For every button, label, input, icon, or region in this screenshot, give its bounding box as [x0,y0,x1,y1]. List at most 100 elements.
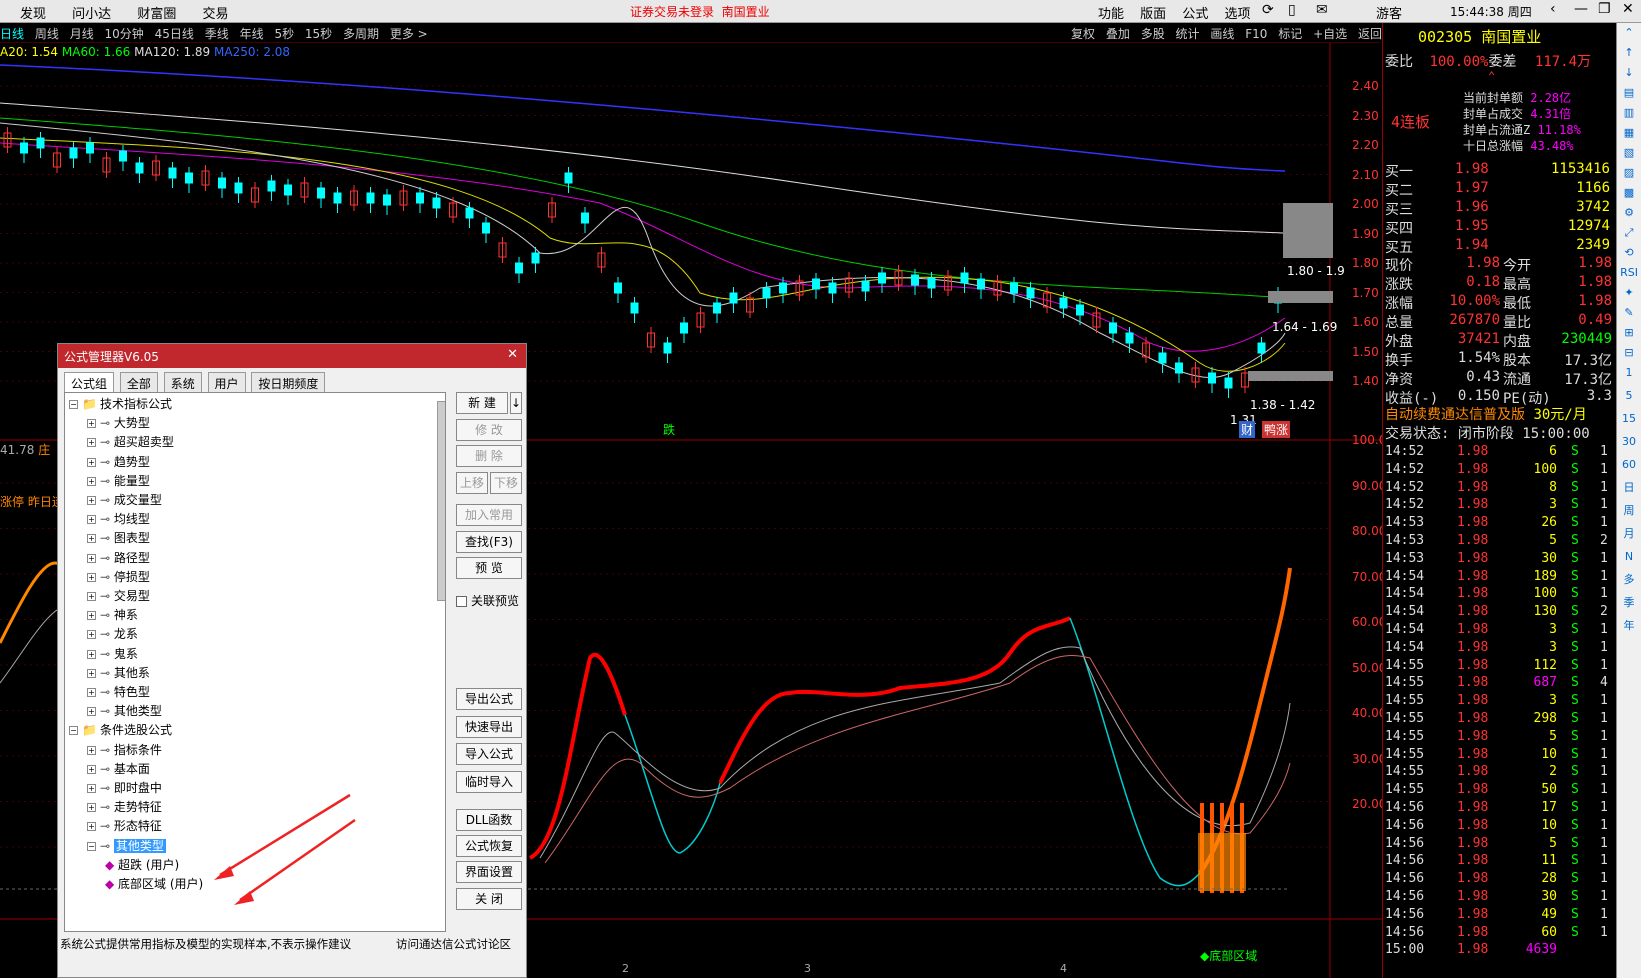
tool-stats[interactable]: 统计 [1176,23,1200,44]
period-10min[interactable]: 10分钟 [105,23,144,44]
expand-toggle-icon[interactable]: + [87,745,96,755]
bid-row[interactable]: 买一 1.98 1153416 [1385,161,1610,180]
dialog-button[interactable]: 查找(F3) [456,531,522,553]
tree-item[interactable]: + ⊸ 走势特征 [87,798,162,817]
tree-item[interactable]: − ⊸ 其他类型 [87,837,166,856]
menu-wenxiaoda[interactable]: 问小达 [72,3,111,22]
side-period-button[interactable]: 季 [1617,593,1641,616]
tree-item[interactable]: − 📁 条件选股公式 [69,721,172,740]
bid-row[interactable]: 买二 1.97 1166 [1385,180,1610,199]
side-tool-icon[interactable]: ✎ [1617,303,1641,323]
refresh-icon[interactable]: ⟳ [1262,2,1274,18]
side-tool-icon[interactable]: ⊟ [1617,343,1641,363]
tree-item[interactable]: + ⊸ 即时盘中 [87,779,162,798]
side-tool-icon[interactable]: ▤ [1617,83,1641,103]
tab-user[interactable]: 用户 [207,372,246,394]
dialog-button[interactable]: 预 览 [456,557,522,579]
back-icon[interactable]: ‹ [1550,1,1556,17]
expand-toggle-icon[interactable]: − [69,400,78,409]
lianzhang-marker[interactable]: 鸭涨 [1262,421,1291,438]
side-period-button[interactable]: 60 [1617,455,1641,478]
tree-item[interactable]: + ⊸ 指标条件 [87,741,162,760]
expand-toggle-icon[interactable]: + [87,515,96,525]
tree-item[interactable]: + ⊸ 神系 [87,606,138,625]
forum-link[interactable]: 访问通达信公式讨论区 [396,936,511,952]
side-tool-icon[interactable]: ⌃ [1617,23,1641,43]
tree-item[interactable]: + ⊸ 趋势型 [87,453,150,472]
preview-checkbox[interactable]: 关联预览 [456,592,519,609]
period-week[interactable]: 周线 [35,23,59,44]
ad-banner[interactable]: 自动续费通达信普及版 30元/月 [1385,404,1587,423]
expand-toggle-icon[interactable]: + [87,630,96,640]
tool-f10[interactable]: F10 [1245,25,1267,43]
expand-toggle-icon[interactable]: + [87,611,96,621]
tree-item[interactable]: ◆ 底部区域 (用户) [105,875,203,894]
tree-item[interactable]: + ⊸ 成交量型 [87,491,162,510]
tab-by-date[interactable]: 按日期频度 [251,372,326,394]
side-tool-icon[interactable]: RSI [1617,263,1641,283]
expand-toggle-icon[interactable]: + [87,688,96,697]
dialog-button[interactable]: 新 建 [456,392,508,414]
side-period-button[interactable]: 周 [1617,501,1641,524]
tool-mark[interactable]: 标记 [1278,23,1302,44]
expand-toggle-icon[interactable]: + [87,822,96,832]
tree-item[interactable]: + ⊸ 特色型 [87,683,150,702]
dialog-button[interactable]: DLL函数 [456,809,522,831]
tree-item[interactable]: + ⊸ 鬼系 [87,645,138,664]
tree-item[interactable]: + ⊸ 均线型 [87,510,150,529]
dialog-button[interactable]: 修 改 [456,419,522,441]
expand-toggle-icon[interactable]: + [87,707,96,717]
tree-item[interactable]: + ⊸ 其他类型 [87,702,162,721]
tool-overlay[interactable]: 叠加 [1106,23,1130,44]
tab-formula-group[interactable]: 公式组 [64,372,115,394]
side-period-button[interactable]: 30 [1617,432,1641,455]
close-icon[interactable]: ✕ [1622,1,1634,17]
menu-trade[interactable]: 交易 [202,3,228,22]
bid-row[interactable]: 买五 1.94 2349 [1385,237,1610,256]
menu-layout[interactable]: 版面 [1140,7,1166,22]
cai-marker[interactable]: 财 [1239,421,1256,438]
tab-system[interactable]: 系统 [163,372,202,394]
period-45day[interactable]: 45日线 [155,23,194,44]
period-quarter[interactable]: 季线 [205,23,229,44]
tree-item[interactable]: + ⊸ 图表型 [87,529,150,548]
side-tool-icon[interactable]: ⟲ [1617,243,1641,263]
tree-item[interactable]: + ⊸ 停损型 [87,568,150,587]
side-period-button[interactable]: 15 [1617,409,1641,432]
period-day[interactable]: 日线 [0,23,24,44]
expand-toggle-icon[interactable]: + [87,592,96,601]
tree-item[interactable]: + ⊸ 大势型 [87,414,150,433]
side-period-button[interactable]: 5 [1617,386,1641,409]
expand-toggle-icon[interactable]: + [87,649,96,659]
mail-icon[interactable]: ✉ [1316,2,1328,18]
dialog-button[interactable]: 公式恢复 [456,835,522,857]
expand-toggle-icon[interactable]: + [87,764,96,774]
expand-toggle-icon[interactable]: + [87,438,96,448]
side-period-button[interactable]: 年 [1617,616,1641,639]
side-tool-icon[interactable]: ✦ [1617,283,1641,303]
bid-row[interactable]: 买三 1.96 3742 [1385,199,1610,218]
side-period-button[interactable]: 月 [1617,524,1641,547]
expand-icon[interactable]: ⌃ [1488,69,1495,88]
expand-toggle-icon[interactable]: − [87,841,96,851]
menu-wealth[interactable]: 财富圈 [137,3,176,22]
side-tool-icon[interactable]: ▨ [1617,163,1641,183]
period-multi[interactable]: 多周期 [343,23,379,44]
expand-toggle-icon[interactable]: + [87,572,96,582]
period-15s[interactable]: 15秒 [305,23,332,44]
dialog-button[interactable]: 下移 [490,472,522,494]
expand-toggle-icon[interactable]: + [87,784,96,793]
login-notice[interactable]: 证券交易未登录 南国置业 [630,3,770,20]
side-tool-icon[interactable]: ▧ [1617,143,1641,163]
side-period-button[interactable]: N [1617,547,1641,570]
dialog-button[interactable]: 界面设置 [456,861,522,883]
side-tool-icon[interactable]: ↑ [1617,43,1641,63]
tree-item[interactable]: + ⊸ 龙系 [87,625,138,644]
menu-options[interactable]: 选项 [1224,7,1250,22]
period-more[interactable]: 更多 > [390,23,428,44]
tree-item[interactable]: + ⊸ 超买超卖型 [87,433,174,452]
side-period-button[interactable]: 日 [1617,478,1641,501]
expand-toggle-icon[interactable]: + [87,476,96,486]
tree-item[interactable]: + ⊸ 形态特征 [87,817,162,836]
period-month[interactable]: 月线 [70,23,94,44]
